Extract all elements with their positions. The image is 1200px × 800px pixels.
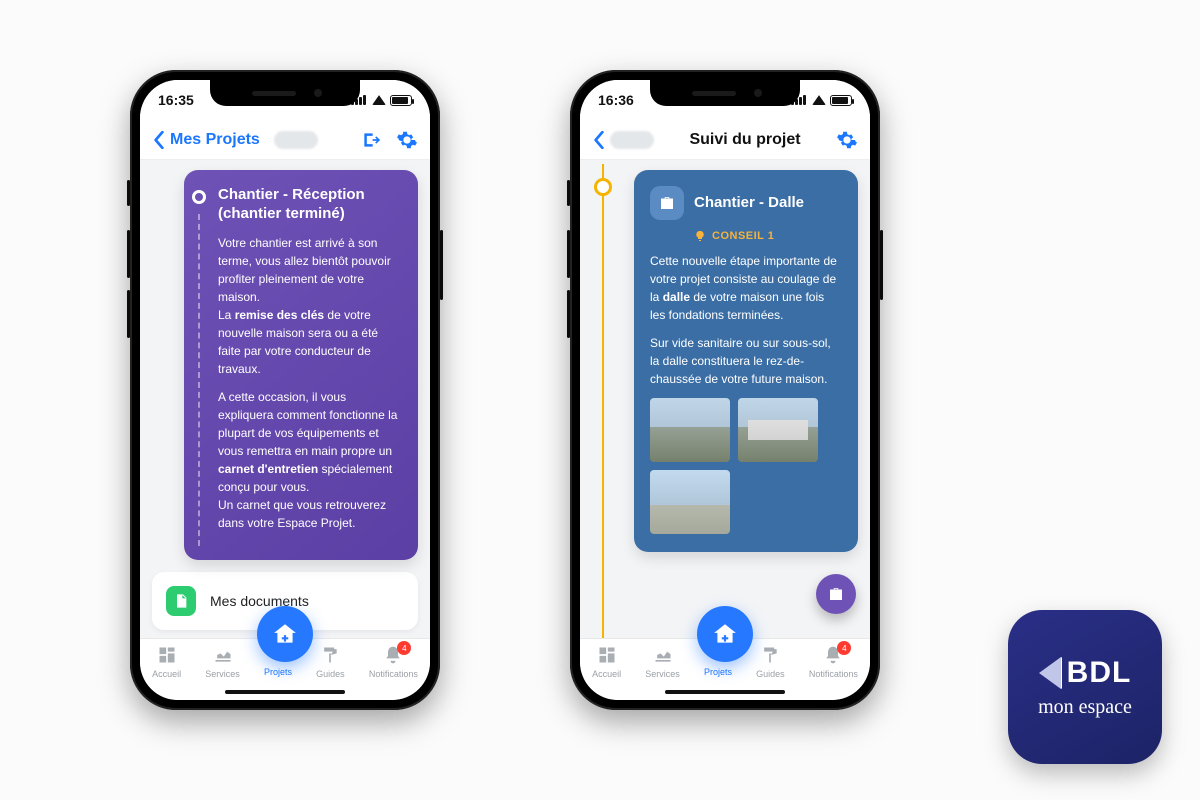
stage-title: Chantier - Dalle: [694, 194, 804, 213]
chevron-left-icon: [592, 131, 606, 149]
stage-paragraph: Sur vide sanitaire ou sur sous-sol, la d…: [650, 334, 842, 388]
back-label: Mes Projets: [170, 131, 260, 149]
briefcase-icon: [827, 585, 845, 603]
stage-title: Chantier - Réception (chantier terminé): [218, 186, 402, 224]
chevron-left-icon: [152, 131, 166, 149]
back-label-blurred: [610, 131, 654, 149]
gear-icon[interactable]: [396, 129, 418, 151]
tab-services[interactable]: Services: [645, 645, 680, 679]
photo-thumbnail[interactable]: [650, 398, 730, 462]
roller-icon: [320, 645, 340, 665]
services-icon: [653, 645, 673, 665]
navbar: Mes Projets: [140, 120, 430, 160]
gear-icon[interactable]: [836, 129, 858, 151]
fab-home-button[interactable]: [257, 606, 313, 662]
wifi-icon: [372, 95, 386, 105]
brand-name: BDL: [1067, 656, 1132, 690]
project-name-blurred: [274, 131, 318, 149]
home-plus-icon: [712, 621, 738, 647]
stage-card-dalle[interactable]: Chantier - Dalle CONSEIL 1 Cette nouvell…: [634, 170, 858, 552]
conseil-badge: CONSEIL 1: [694, 230, 842, 242]
timeline-line: [602, 164, 604, 638]
timeline-marker-icon: [192, 190, 206, 204]
stage-paragraph: A cette occasion, il vous expliquera com…: [218, 388, 402, 532]
brand-tagline: mon espace: [1038, 696, 1132, 719]
tab-accueil[interactable]: Accueil: [152, 645, 181, 679]
lightbulb-icon: [694, 230, 706, 242]
battery-icon: [390, 95, 412, 106]
device-notch: [210, 80, 360, 106]
back-button[interactable]: Mes Projets: [152, 131, 318, 149]
tab-notifications[interactable]: 4 Notifications: [809, 645, 858, 679]
chevron-left-icon: [1039, 657, 1061, 689]
navbar: Suivi du projet: [580, 120, 870, 160]
stage-paragraph: Cette nouvelle étape importante de votre…: [650, 252, 842, 324]
notification-badge: 4: [397, 641, 411, 655]
mini-fab-button[interactable]: [816, 574, 856, 614]
stage-paragraph: Votre chantier est arrivé à son terme, v…: [218, 234, 402, 378]
battery-icon: [830, 95, 852, 106]
fab-home-button[interactable]: [697, 606, 753, 662]
home-indicator[interactable]: [225, 690, 345, 694]
app-icon-bdl: BDL mon espace: [1008, 610, 1162, 764]
photo-thumbnail[interactable]: [738, 398, 818, 462]
tab-services[interactable]: Services: [205, 645, 240, 679]
phone-suivi-projet: 16:36 Suivi du projet: [570, 70, 880, 710]
timeline-line: [198, 214, 200, 546]
clock: 16:36: [598, 92, 634, 108]
grid-icon: [597, 645, 617, 665]
page-title: Suivi du projet: [689, 131, 800, 149]
grid-icon: [157, 645, 177, 665]
document-icon: [166, 586, 196, 616]
tab-notifications[interactable]: 4 Notifications: [369, 645, 418, 679]
photo-thumbnail[interactable]: [650, 470, 730, 534]
logout-icon[interactable]: [360, 130, 382, 150]
timeline-marker-icon: [594, 178, 612, 196]
tab-guides[interactable]: Guides: [316, 645, 345, 679]
row-label: Mes documents: [210, 593, 309, 609]
tab-accueil[interactable]: Accueil: [592, 645, 621, 679]
clock: 16:35: [158, 92, 194, 108]
home-indicator[interactable]: [665, 690, 785, 694]
home-plus-icon: [272, 621, 298, 647]
photo-thumbnails: [650, 398, 842, 534]
phone-mes-projets: 16:35 Mes Projets: [130, 70, 440, 710]
roller-icon: [760, 645, 780, 665]
tab-guides[interactable]: Guides: [756, 645, 785, 679]
back-button[interactable]: [592, 131, 654, 149]
wifi-icon: [812, 95, 826, 105]
services-icon: [213, 645, 233, 665]
notification-badge: 4: [837, 641, 851, 655]
briefcase-icon: [650, 186, 684, 220]
stage-card-reception[interactable]: Chantier - Réception (chantier terminé) …: [184, 170, 418, 560]
device-notch: [650, 80, 800, 106]
